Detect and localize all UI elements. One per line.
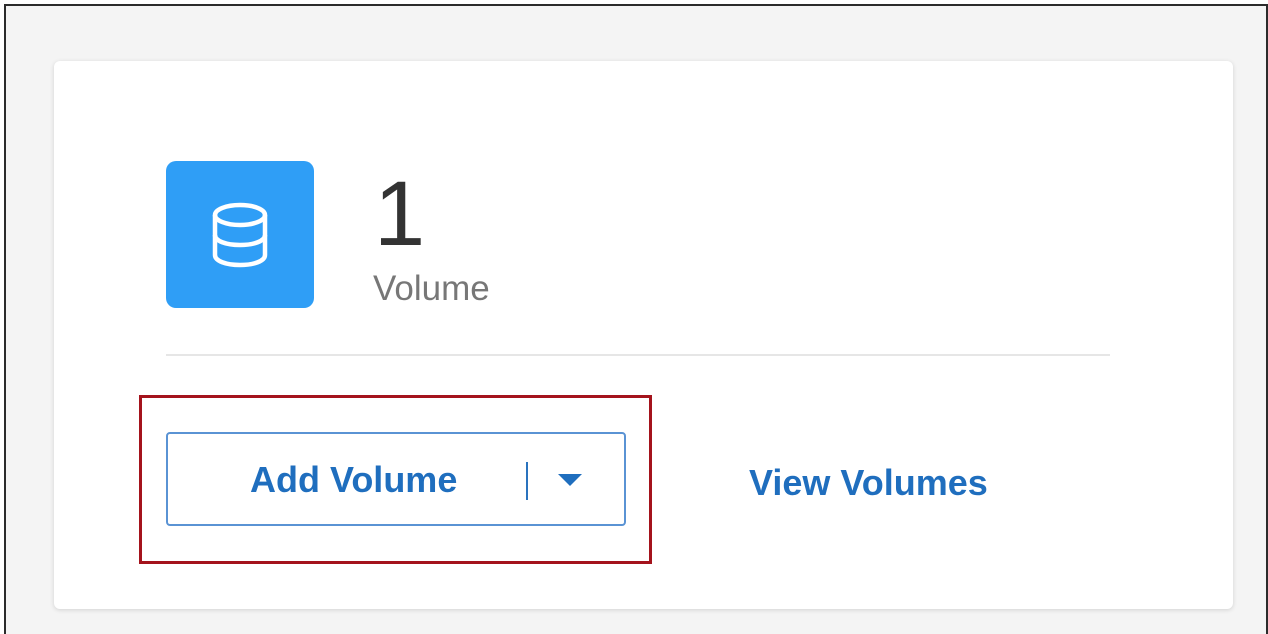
- button-separator: [526, 462, 528, 500]
- volume-count-label: Volume: [373, 269, 490, 308]
- caret-down-icon[interactable]: [553, 470, 587, 492]
- database-icon: [212, 202, 268, 267]
- volume-count: 1: [374, 163, 426, 265]
- card-divider: [166, 354, 1110, 356]
- add-volume-label: Add Volume: [250, 459, 458, 500]
- add-volume-button[interactable]: Add Volume: [166, 432, 626, 526]
- view-volumes-link[interactable]: View Volumes: [749, 460, 988, 506]
- volume-icon-tile: [166, 161, 314, 308]
